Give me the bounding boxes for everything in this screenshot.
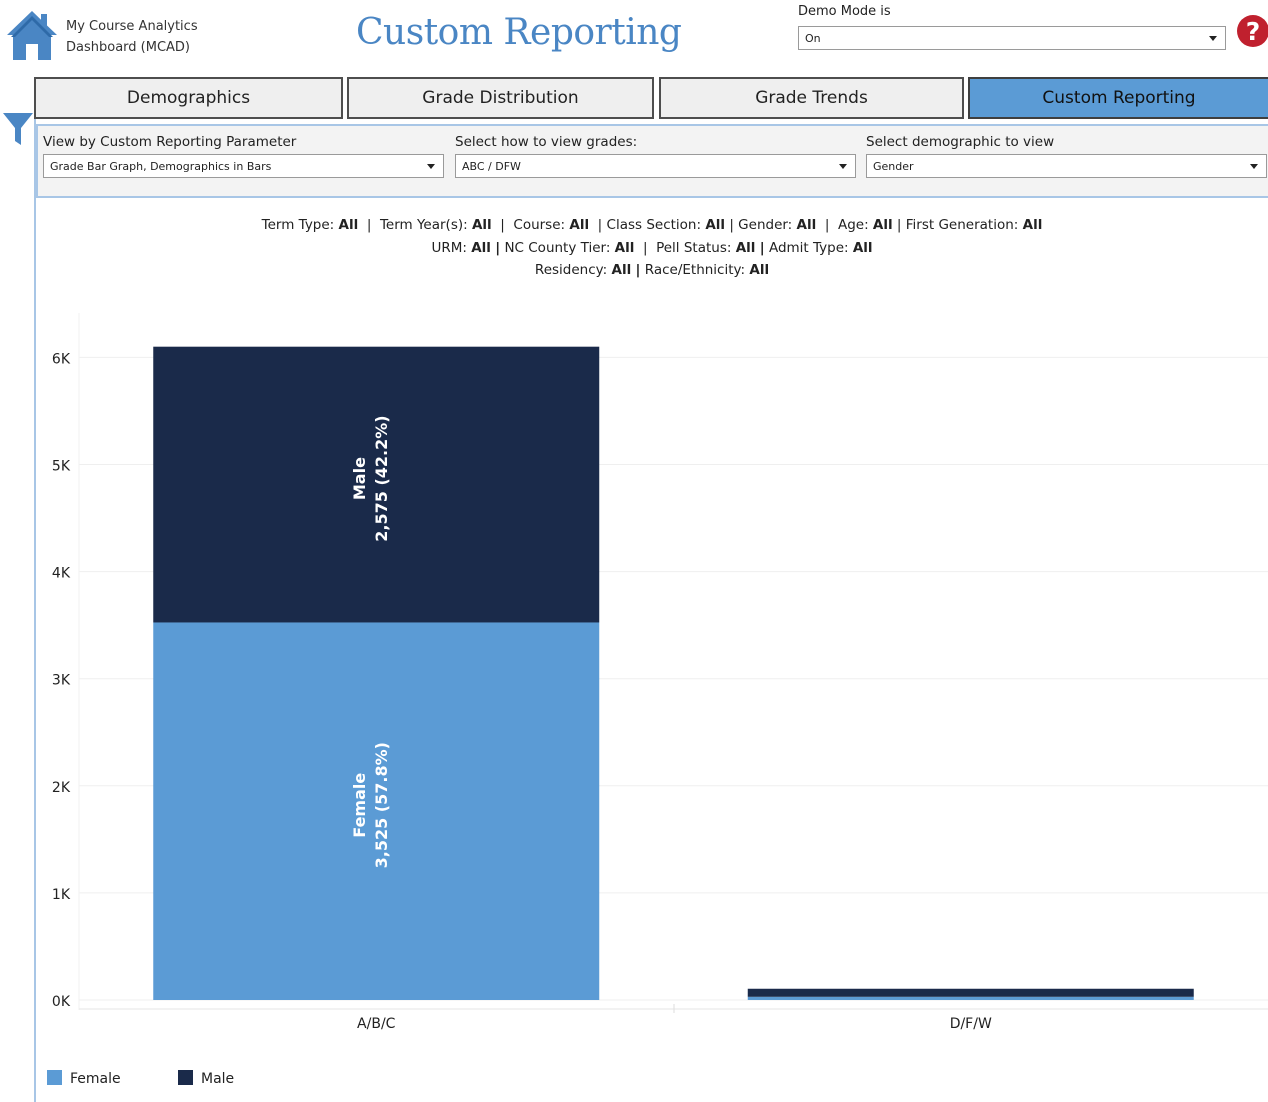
y-tick-label: 3K bbox=[52, 673, 71, 689]
bar-segment-male bbox=[747, 988, 1194, 997]
x-category-label: D/F/W bbox=[950, 1016, 992, 1032]
y-tick-label: 1K bbox=[52, 887, 71, 903]
y-tick-label: 0K bbox=[52, 994, 71, 1010]
x-category-label: A/B/C bbox=[357, 1016, 396, 1032]
y-tick-label: 2K bbox=[52, 780, 71, 796]
legend-swatch bbox=[178, 1070, 193, 1085]
bar-segment-female bbox=[747, 996, 1194, 1000]
custom-reporting-page: My Course Analytics Dashboard (MCAD) Cus… bbox=[0, 0, 1268, 1102]
bar-series-label: Male bbox=[350, 457, 369, 500]
y-tick-label: 6K bbox=[52, 351, 71, 367]
bar-value-label: 3,525 (57.8%) bbox=[372, 742, 391, 868]
grade-bar-chart: 0K 1K 2K 3K 4K 5K 6K Female 3,525 (57.8%) Male 2,5… bbox=[52, 313, 1268, 1032]
bar-value-label: 2,575 (42.2%) bbox=[372, 415, 391, 541]
bar-series-label: Female bbox=[350, 773, 369, 838]
legend-item-female[interactable]: Female bbox=[47, 1070, 121, 1087]
legend-label: Female bbox=[70, 1071, 121, 1087]
legend-swatch bbox=[47, 1070, 62, 1085]
legend-label: Male bbox=[201, 1071, 235, 1087]
y-tick-label: 5K bbox=[52, 459, 71, 475]
legend-item-male[interactable]: Male bbox=[178, 1070, 234, 1087]
y-tick-label: 4K bbox=[52, 566, 71, 582]
